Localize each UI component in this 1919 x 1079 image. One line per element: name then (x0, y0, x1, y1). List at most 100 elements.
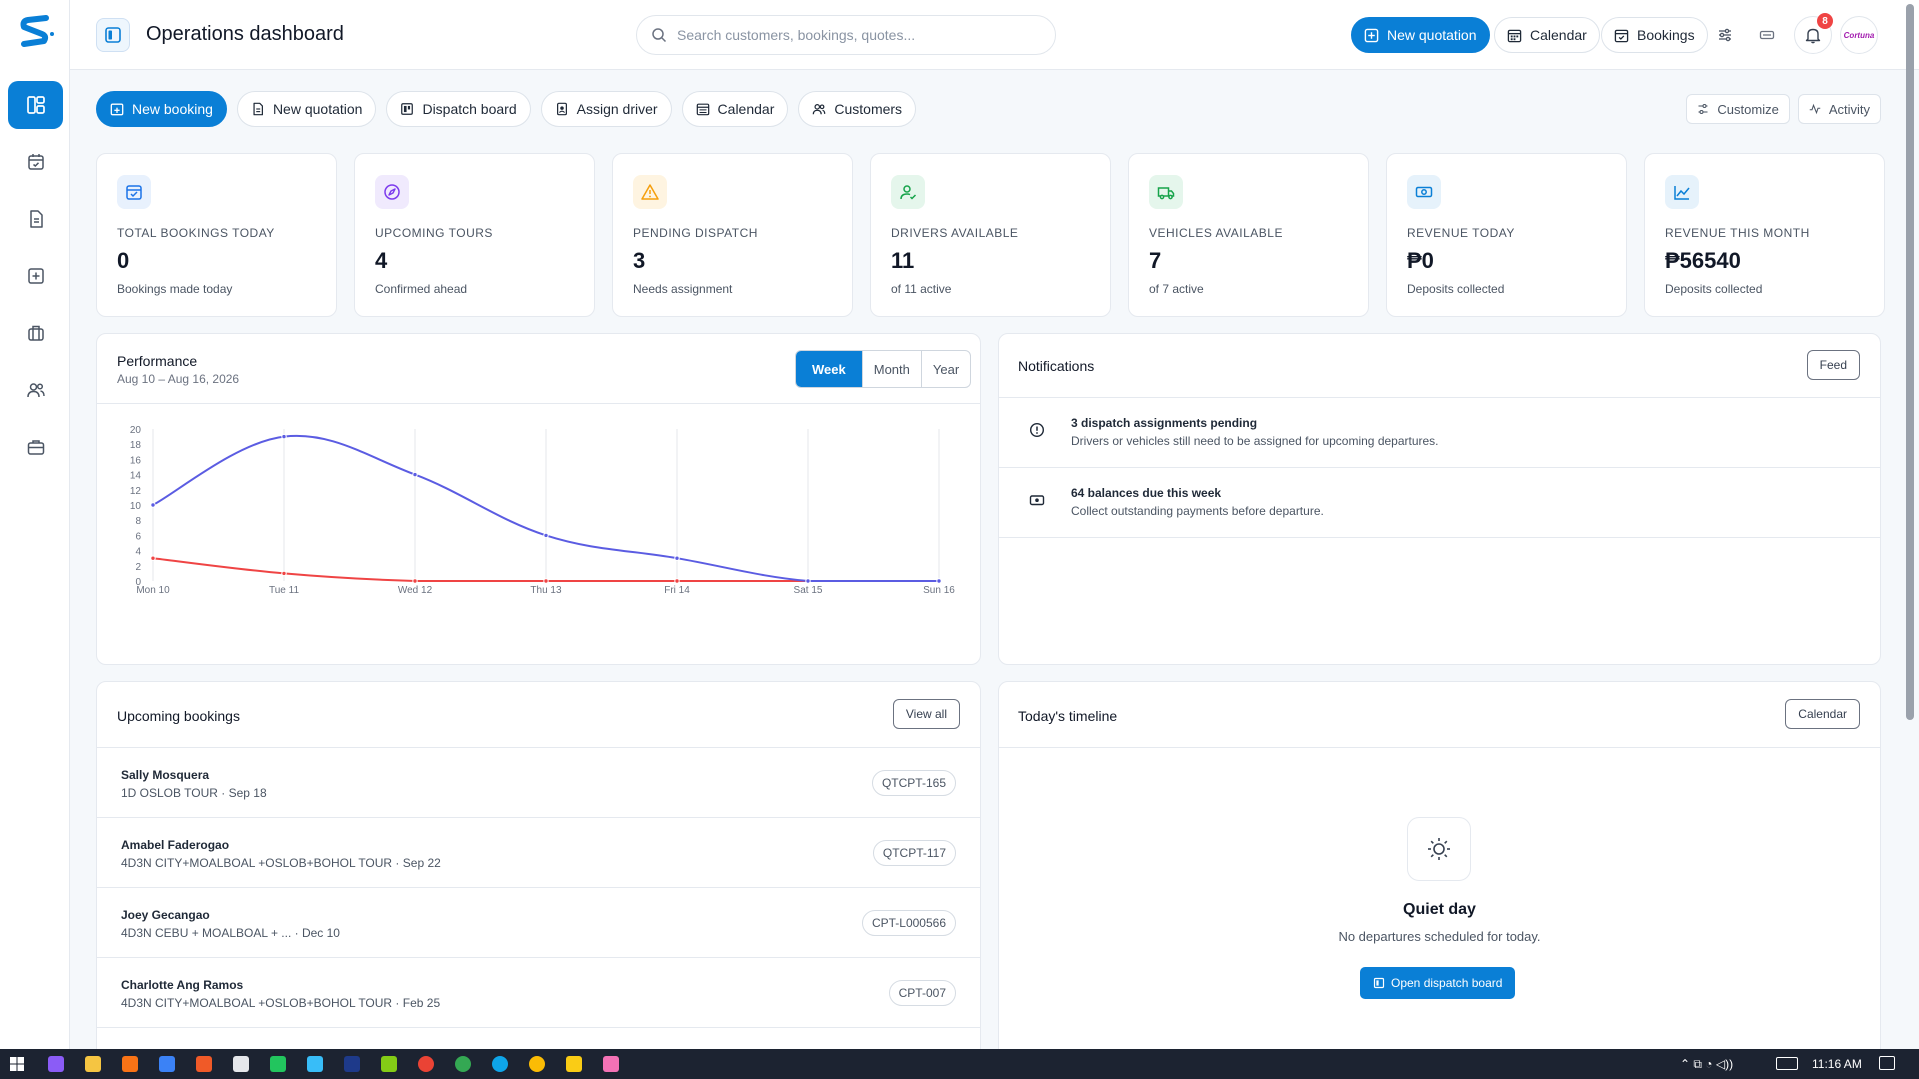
clock: 11:16 AM (1812, 1057, 1862, 1071)
feed-button[interactable]: Feed (1806, 350, 1860, 380)
taskbar-app-icon[interactable] (48, 1056, 64, 1072)
stat-cards: TOTAL BOOKINGS TODAY 0 Bookings made tod… (96, 153, 1885, 317)
new-booking-button[interactable]: New booking (96, 91, 227, 127)
keyboard-button[interactable] (1752, 20, 1782, 50)
dashboard-icon (26, 96, 45, 114)
activity-button[interactable]: Activity (1797, 94, 1881, 124)
taskbar-app-icon[interactable] (566, 1056, 582, 1072)
notification-item[interactable]: 64 balances due this week Collect outsta… (999, 468, 1880, 538)
dispatch-board-label: Dispatch board (422, 101, 517, 117)
new-booking-label: New booking (132, 101, 213, 117)
customers-button[interactable]: Customers (798, 91, 917, 127)
windows-start-icon[interactable] (9, 1056, 25, 1072)
chart-data-point (543, 578, 549, 584)
sidebar-item-dashboard[interactable] (8, 81, 63, 129)
taskbar-app-icon[interactable] (603, 1056, 619, 1072)
booking-code-badge[interactable]: CPT-L000566 (861, 910, 956, 936)
chart-data-point (543, 532, 549, 539)
stat-card[interactable]: REVENUE TODAY ₱0 Deposits collected (1386, 153, 1627, 317)
new-quotation-action-button[interactable]: New quotation (236, 91, 377, 127)
edge-icon[interactable] (492, 1056, 508, 1072)
sidebar-item-vehicles[interactable] (8, 309, 63, 357)
search-bar[interactable] (636, 15, 1056, 55)
open-dispatch-board-button[interactable]: Open dispatch board (1360, 967, 1516, 999)
timeline-calendar-button[interactable]: Calendar (1785, 699, 1860, 729)
stat-card[interactable]: DRIVERS AVAILABLE 11 of 11 active (870, 153, 1111, 317)
calendar-action-button[interactable]: Calendar (681, 91, 789, 127)
sidebar-item-quotations[interactable] (8, 195, 63, 243)
divider (999, 747, 1880, 748)
page-scrollbar[interactable] (1906, 4, 1914, 720)
stat-card[interactable]: UPCOMING TOURS 4 Confirmed ahead (354, 153, 595, 317)
notification-title: 64 balances due this week (1071, 486, 1222, 500)
chrome-icon[interactable] (455, 1056, 471, 1072)
chart-x-tick-label: Sat 15 (794, 585, 823, 596)
chart-y-tick-label: 14 (130, 471, 142, 482)
booking-code-badge[interactable]: CPT-007 (888, 980, 956, 1006)
cash-icon (1415, 186, 1433, 198)
sidebar-item-bookings[interactable] (8, 138, 63, 186)
stat-subtext: of 7 active (1149, 282, 1204, 296)
performance-range: Aug 10 – Aug 16, 2026 (117, 372, 240, 386)
customize-button[interactable]: Customize (1686, 94, 1790, 124)
terminal-icon[interactable] (270, 1056, 286, 1072)
sidebar-item-new[interactable] (8, 252, 63, 300)
search-input[interactable] (677, 27, 1017, 43)
active-app-icon[interactable] (307, 1056, 323, 1072)
sidebar-toggle-button[interactable] (96, 18, 130, 52)
tab-week[interactable]: Week (796, 351, 862, 387)
chart-y-tick-label: 16 (130, 455, 142, 466)
system-tray-icons[interactable]: ⌃ ⧉ ◔ ◁)) (1680, 1057, 1733, 1072)
dispatch-board-button[interactable]: Dispatch board (386, 91, 531, 127)
stat-card[interactable]: VEHICLES AVAILABLE 7 of 7 active (1128, 153, 1369, 317)
booking-row[interactable]: Amabel Faderogao 4D3N CITY+MOALBOAL +OSL… (97, 818, 980, 888)
tab-year[interactable]: Year (920, 351, 970, 387)
app-logo[interactable] (16, 12, 56, 52)
bookings-button[interactable]: Bookings (1601, 17, 1708, 53)
chrome-icon[interactable] (418, 1056, 434, 1072)
sidebar-item-reports[interactable] (8, 423, 63, 471)
booking-code-badge[interactable]: QTCPT-165 (871, 770, 956, 796)
document-icon (253, 102, 263, 116)
taskbar-app-icon[interactable] (122, 1056, 138, 1072)
timeline-panel: Today's timeline Calendar Quiet day No d… (998, 681, 1881, 1071)
stat-icon-box (1407, 175, 1441, 209)
booking-row[interactable]: Charlotte Ang Ramos 4D3N CITY+MOALBOAL +… (97, 958, 980, 1028)
settings-button[interactable] (1710, 20, 1740, 50)
stat-card[interactable]: TOTAL BOOKINGS TODAY 0 Bookings made tod… (96, 153, 337, 317)
notifications-button[interactable]: 8 (1794, 13, 1833, 54)
brave-browser-icon[interactable] (196, 1056, 212, 1072)
assign-driver-button[interactable]: Assign driver (540, 91, 672, 127)
vscode-icon[interactable] (159, 1056, 175, 1072)
notification-title: 3 dispatch assignments pending (1071, 416, 1258, 430)
top-bar: Operations dashboard New quotation Calen… (70, 0, 1919, 70)
notification-item[interactable]: 3 dispatch assignments pending Drivers o… (999, 398, 1880, 468)
stat-icon-box (375, 175, 409, 209)
taskbar-app-icon[interactable] (381, 1056, 397, 1072)
stat-subtext: Deposits collected (1665, 282, 1763, 296)
chart-data-point (936, 578, 942, 584)
file-explorer-icon[interactable] (85, 1056, 101, 1072)
calendar-button[interactable]: Calendar (1494, 17, 1600, 53)
chrome-icon[interactable] (529, 1056, 545, 1072)
notification-center-icon[interactable] (1879, 1056, 1895, 1070)
tab-month[interactable]: Month (861, 351, 921, 387)
activity-label: Activity (1828, 101, 1870, 117)
stat-card[interactable]: REVENUE THIS MONTH ₱56540 Deposits colle… (1644, 153, 1885, 317)
chart-x-tick-label: Fri 14 (664, 585, 690, 596)
taskbar-app-icon[interactable] (233, 1056, 249, 1072)
stat-label: TOTAL BOOKINGS TODAY (117, 226, 275, 240)
stat-subtext: Needs assignment (633, 282, 733, 296)
user-avatar[interactable]: Cortuna (1840, 16, 1878, 54)
booking-row[interactable]: Sally Mosquera 1D OSLOB TOUR · Sep 18 QT… (97, 748, 980, 818)
stat-card[interactable]: PENDING DISPATCH 3 Needs assignment (612, 153, 853, 317)
sidebar-item-customers[interactable] (8, 366, 63, 414)
booking-code-badge[interactable]: QTCPT-117 (872, 840, 956, 866)
photoshop-icon[interactable] (344, 1056, 360, 1072)
plus-square-icon (27, 268, 44, 284)
new-quotation-button[interactable]: New quotation (1351, 17, 1490, 53)
view-all-button[interactable]: View all (892, 699, 960, 729)
keyboard-icon[interactable] (1776, 1057, 1798, 1070)
chart-data-point (412, 578, 418, 584)
booking-row[interactable]: Joey Gecangao 4D3N CEBU + MOALBOAL + ...… (97, 888, 980, 958)
